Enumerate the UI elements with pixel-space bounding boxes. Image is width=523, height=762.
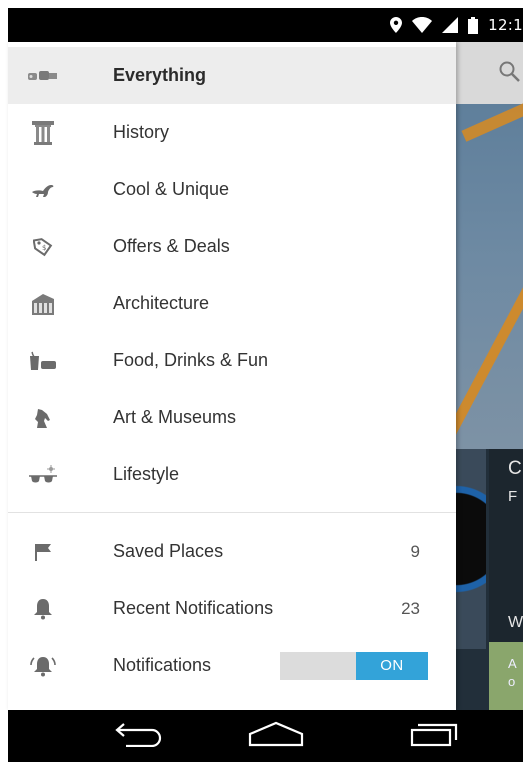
saved-places-count: 9 [410, 541, 420, 561]
menu-item-everything[interactable]: Everything [8, 47, 456, 104]
navigation-drawer: Everything History Cool & Unique $ Offer… [8, 42, 456, 710]
menu-item-saved-places[interactable]: Saved Places 9 [8, 523, 456, 580]
menu-item-label: Saved Places [113, 541, 224, 561]
recents-icon [408, 721, 460, 752]
recent-notifications-count: 23 [401, 598, 420, 618]
wifi-icon [412, 17, 433, 33]
tag-icon: $ [26, 235, 60, 259]
menu-item-recent-notifications[interactable]: Recent Notifications 23 [8, 580, 456, 637]
bell-icon [26, 597, 60, 621]
dinosaur-icon [26, 178, 60, 202]
battery-icon [468, 16, 479, 34]
menu-item-notifications: Notifications ON [8, 637, 456, 694]
svg-text:$: $ [42, 244, 46, 252]
menu-item-art-museums[interactable]: Art & Museums [8, 389, 456, 446]
background-card-image [456, 449, 486, 649]
menu-item-label: Everything [113, 65, 207, 85]
menu-item-label: Art & Museums [113, 407, 237, 427]
home-icon [246, 721, 306, 752]
navigation-bar [8, 710, 523, 762]
menu-item-label: History [113, 122, 170, 142]
menu-item-label: Architecture [113, 293, 210, 313]
location-icon [390, 17, 403, 33]
background-card-footer [489, 642, 523, 710]
background-search-bar [456, 42, 523, 104]
menu-item-label: Notifications [113, 655, 212, 675]
flag-icon [26, 540, 60, 564]
background-card-text: o [508, 674, 516, 689]
binoculars-icon [26, 64, 60, 88]
toggle-on-label: ON [356, 651, 428, 680]
background-card-title: C [508, 458, 522, 479]
menu-item-food-drinks-fun[interactable]: Food, Drinks & Fun [8, 332, 456, 389]
background-card-subtitle: F [508, 488, 518, 505]
background-card-text: A [508, 656, 517, 671]
status-bar: 12:1 [8, 8, 523, 42]
background-content: C F W A o [456, 42, 523, 710]
menu-item-label: Lifestyle [113, 464, 180, 484]
menu-item-label: Offers & Deals [113, 236, 230, 256]
horse-head-icon [26, 406, 60, 430]
sunglasses-icon [26, 463, 60, 487]
back-icon [112, 721, 164, 752]
food-drink-icon [26, 349, 60, 373]
status-time: 12:1 [488, 16, 523, 34]
home-button[interactable] [236, 710, 316, 762]
menu-item-history[interactable]: History [8, 104, 456, 161]
building-icon [26, 292, 60, 316]
cell-signal-icon [442, 17, 459, 33]
notifications-toggle[interactable]: ON [280, 651, 428, 680]
menu-item-lifestyle[interactable]: Lifestyle [8, 446, 456, 503]
menu-item-label: Recent Notifications [113, 598, 274, 618]
background-card-text: W [508, 614, 523, 631]
column-icon [26, 120, 60, 145]
ringing-bell-icon [26, 654, 60, 678]
menu-item-offers-deals[interactable]: $ Offers & Deals [8, 218, 456, 275]
back-button[interactable] [98, 710, 178, 762]
menu-item-architecture[interactable]: Architecture [8, 275, 456, 332]
menu-item-cool-unique[interactable]: Cool & Unique [8, 161, 456, 218]
menu-item-label: Food, Drinks & Fun [113, 350, 269, 370]
divider [8, 512, 456, 513]
search-icon [498, 60, 520, 87]
menu-item-label: Cool & Unique [113, 179, 230, 199]
recents-button[interactable] [394, 710, 474, 762]
